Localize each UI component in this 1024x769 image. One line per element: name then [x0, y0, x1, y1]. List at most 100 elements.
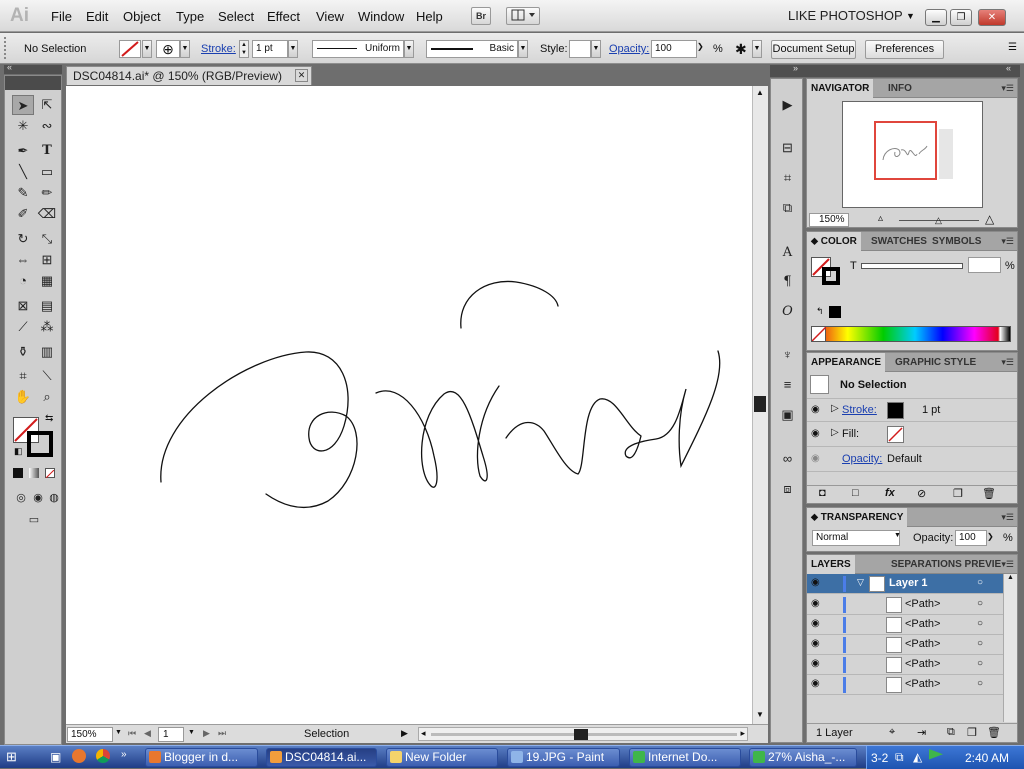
rotate-tool-icon[interactable]: ↻: [12, 229, 34, 249]
show-desktop-icon[interactable]: ▣: [50, 750, 61, 764]
opacity-arrow-icon[interactable]: ❯: [697, 42, 704, 51]
horizontal-scrollbar[interactable]: ◂ ▸: [418, 727, 748, 741]
expand-triangle-icon[interactable]: ▷: [831, 427, 839, 438]
stroke-weight-field[interactable]: 1 pt: [252, 40, 288, 58]
pencil-tool-icon[interactable]: ✏: [36, 183, 58, 203]
rectangle-tool-icon[interactable]: ▭: [36, 162, 58, 182]
visibility-eye-icon[interactable]: ◉: [811, 618, 820, 629]
tools-collapse-strip[interactable]: «: [4, 62, 62, 74]
collapse-triangle-icon[interactable]: ▽: [857, 577, 864, 588]
close-button[interactable]: ✕: [978, 9, 1006, 26]
horizontal-scroll-thumb[interactable]: [574, 729, 588, 740]
actions-panel-icon[interactable]: ▶: [778, 96, 797, 114]
first-artboard-icon[interactable]: ⏮: [128, 728, 136, 739]
panel-menu-icon[interactable]: ▾☰: [1001, 83, 1014, 94]
appearance-fill-row[interactable]: ◉ ▷ Fill:: [807, 423, 1017, 447]
blend-mode-dropdown-icon[interactable]: ▼: [894, 532, 901, 539]
minimize-button[interactable]: ▁: [925, 9, 947, 26]
panel-menu-icon[interactable]: ▾☰: [1001, 236, 1014, 247]
selection-tool-icon[interactable]: ➤: [12, 95, 34, 115]
scroll-up-icon[interactable]: ▲: [1007, 574, 1014, 581]
recolor-artwork-icon[interactable]: ✱: [735, 41, 747, 58]
character-panel-icon[interactable]: A: [778, 244, 797, 262]
scroll-down-icon[interactable]: ▼: [756, 710, 764, 719]
download-tray-icon[interactable]: [929, 749, 943, 760]
stroke-panel-icon[interactable]: ≡: [778, 376, 797, 394]
locate-object-icon[interactable]: ⌖: [889, 726, 895, 739]
restore-button[interactable]: ❐: [950, 9, 972, 26]
stroke-weight-dropdown[interactable]: ▼: [288, 40, 298, 58]
new-art-basic-icon[interactable]: ◘: [819, 487, 826, 499]
target-circle-icon[interactable]: ○: [977, 577, 983, 588]
target-circle-icon[interactable]: ○: [977, 598, 983, 609]
tab-swatches[interactable]: SWATCHES: [867, 232, 931, 251]
blob-brush-tool-icon[interactable]: ✐: [12, 204, 34, 224]
zoom-field[interactable]: 150%: [67, 727, 113, 742]
appearance-fill-swatch[interactable]: [887, 426, 904, 443]
menu-object[interactable]: Object: [123, 9, 161, 24]
document-setup-button[interactable]: Document Setup: [771, 40, 856, 59]
scroll-up-icon[interactable]: ▲: [756, 88, 764, 97]
none-color-button[interactable]: [811, 326, 827, 342]
artboard-tool-icon[interactable]: ⌗: [12, 366, 34, 386]
direct-selection-tool-icon[interactable]: ⇱: [36, 95, 58, 115]
width-tool-icon[interactable]: ⇔: [12, 250, 34, 270]
zoom-out-icon[interactable]: ▵: [878, 213, 883, 224]
image-trace-panel-icon[interactable]: ⧈: [778, 480, 797, 498]
path-label[interactable]: <Path>: [905, 678, 940, 690]
visibility-eye-icon[interactable]: ◉: [811, 638, 820, 649]
tab-appearance[interactable]: APPEARANCE: [807, 353, 886, 372]
gradient-tool-icon[interactable]: ▤: [36, 296, 58, 316]
opacity-field[interactable]: 100: [651, 40, 697, 58]
taskbar-item-illustrator[interactable]: DSC04814.ai...: [266, 748, 377, 767]
tray-pager[interactable]: 3-2: [871, 751, 888, 765]
target-circle-icon[interactable]: ○: [977, 678, 983, 689]
color-stroke-swatch[interactable]: [822, 267, 840, 285]
stroke-color-dropdown[interactable]: ▼: [180, 40, 190, 58]
visibility-eye-icon[interactable]: ◉: [811, 577, 820, 588]
perspective-grid-tool-icon[interactable]: ▦: [36, 271, 58, 291]
menu-type[interactable]: Type: [176, 9, 204, 24]
color-spectrum[interactable]: [811, 326, 1011, 342]
workspace-switcher[interactable]: LIKE PHOTOSHOP: [788, 8, 903, 23]
navigator-zoom-field[interactable]: 150%: [809, 213, 849, 227]
firefox-quicklaunch-icon[interactable]: [72, 749, 86, 763]
blend-mode-select[interactable]: Normal: [812, 530, 900, 546]
path-label[interactable]: <Path>: [905, 638, 940, 650]
last-color-icon[interactable]: ↰: [816, 306, 824, 317]
brush-dropdown[interactable]: ▼: [518, 40, 528, 58]
recolor-dropdown[interactable]: ▼: [752, 40, 762, 58]
slice-tool-icon[interactable]: ⟍: [36, 366, 58, 386]
profile-dropdown[interactable]: ▼: [404, 40, 414, 58]
variable-width-profile[interactable]: Uniform: [312, 40, 404, 58]
visibility-eye-icon[interactable]: ◉: [811, 678, 820, 689]
eyedropper-tool-icon[interactable]: ⟋: [12, 317, 34, 337]
tab-navigator[interactable]: NAVIGATOR: [807, 79, 874, 98]
appearance-stroke-swatch[interactable]: [887, 402, 904, 419]
line-tool-icon[interactable]: ╲: [12, 162, 34, 182]
pathfinder-panel-icon[interactable]: ⧉: [778, 199, 797, 217]
none-mode-icon[interactable]: [45, 468, 55, 479]
stroke-label[interactable]: Stroke:: [201, 43, 236, 55]
zoom-slider-thumb-icon[interactable]: △: [935, 215, 942, 226]
tint-field[interactable]: [968, 257, 1001, 273]
free-transform-tool-icon[interactable]: ⊞: [36, 250, 58, 270]
hand-tool-icon[interactable]: ✋: [12, 387, 34, 407]
path-row[interactable]: ◉ <Path> ○: [807, 675, 1017, 695]
pen-tool-icon[interactable]: ✒: [12, 141, 34, 161]
next-artboard-icon[interactable]: ▶: [203, 728, 210, 739]
zoom-dropdown-icon[interactable]: ▼: [115, 729, 122, 736]
appearance-stroke-row[interactable]: ◉ ▷ Stroke: 1 pt: [807, 398, 1017, 422]
panel-menu-icon[interactable]: ▾☰: [1001, 357, 1014, 368]
draw-inside-icon[interactable]: ◍: [43, 488, 65, 508]
close-document-icon[interactable]: ✕: [295, 69, 308, 82]
tab-symbols[interactable]: SYMBOLS: [928, 232, 985, 251]
tab-graphic-styles[interactable]: GRAPHIC STYLE: [891, 353, 980, 372]
scroll-left-icon[interactable]: ◂: [421, 728, 426, 739]
artboard-dropdown-icon[interactable]: ▼: [188, 729, 195, 736]
tab-transparency[interactable]: ⬥ TRANSPARENCY: [807, 508, 908, 527]
panel-menu-icon[interactable]: ▾☰: [1001, 512, 1014, 523]
artboard-canvas[interactable]: [66, 86, 752, 724]
fill-swatch[interactable]: [119, 40, 141, 58]
path-label[interactable]: <Path>: [905, 618, 940, 630]
